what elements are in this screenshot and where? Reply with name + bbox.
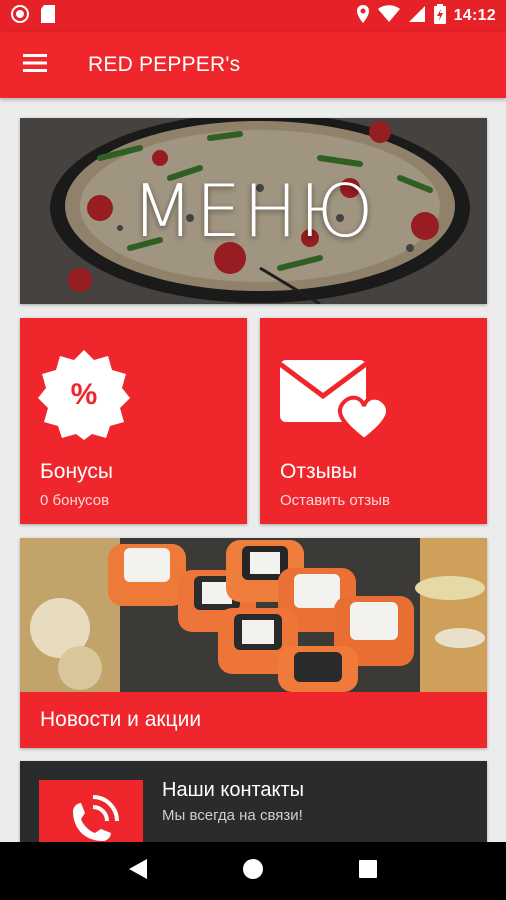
navigation-bar	[0, 842, 506, 900]
location-icon	[356, 4, 370, 29]
app-bar: RED PEPPER's	[0, 32, 506, 98]
percent-badge-icon: %	[38, 348, 130, 445]
back-button[interactable]	[113, 846, 163, 896]
app-title: RED PEPPER's	[88, 53, 241, 76]
reviews-title: Отзывы	[280, 460, 357, 483]
percent-sign: %	[71, 378, 98, 411]
hamburger-menu-button[interactable]	[0, 32, 70, 98]
signal-icon	[408, 5, 426, 28]
home-icon	[242, 858, 264, 885]
back-icon	[127, 857, 149, 886]
battery-icon	[433, 3, 446, 29]
notification-icon	[10, 4, 30, 29]
recents-button[interactable]	[343, 846, 393, 896]
envelope-heart-icon	[278, 358, 391, 449]
bonus-title: Бонусы	[40, 460, 113, 483]
contacts-subtitle: Мы всегда на связи!	[162, 807, 303, 824]
bonus-subtitle: 0 бонусов	[40, 492, 110, 509]
status-time: 14:12	[453, 7, 496, 24]
home-button[interactable]	[228, 846, 278, 896]
app-screen: 14:12 RED PEPPER's МЕНЮ % Бонусы 0 бонус…	[0, 0, 506, 900]
reviews-subtitle: Оставить отзыв	[280, 492, 390, 509]
menu-card[interactable]: МЕНЮ	[20, 118, 487, 304]
recents-icon	[359, 859, 378, 883]
menu-title: МЕНЮ	[131, 169, 376, 253]
wifi-icon	[377, 4, 400, 28]
contacts-title: Наши контакты	[162, 779, 305, 801]
sushi-image	[20, 538, 487, 692]
news-label: Новости и акции	[40, 708, 202, 731]
reviews-tile[interactable]: Отзывы Оставить отзыв	[260, 318, 487, 524]
bonus-tile[interactable]: % Бонусы 0 бонусов	[20, 318, 247, 524]
news-card[interactable]: Новости и акции	[20, 538, 487, 748]
hamburger-icon	[23, 53, 47, 77]
status-bar: 14:12	[0, 0, 506, 32]
sim-card-icon	[40, 4, 56, 29]
